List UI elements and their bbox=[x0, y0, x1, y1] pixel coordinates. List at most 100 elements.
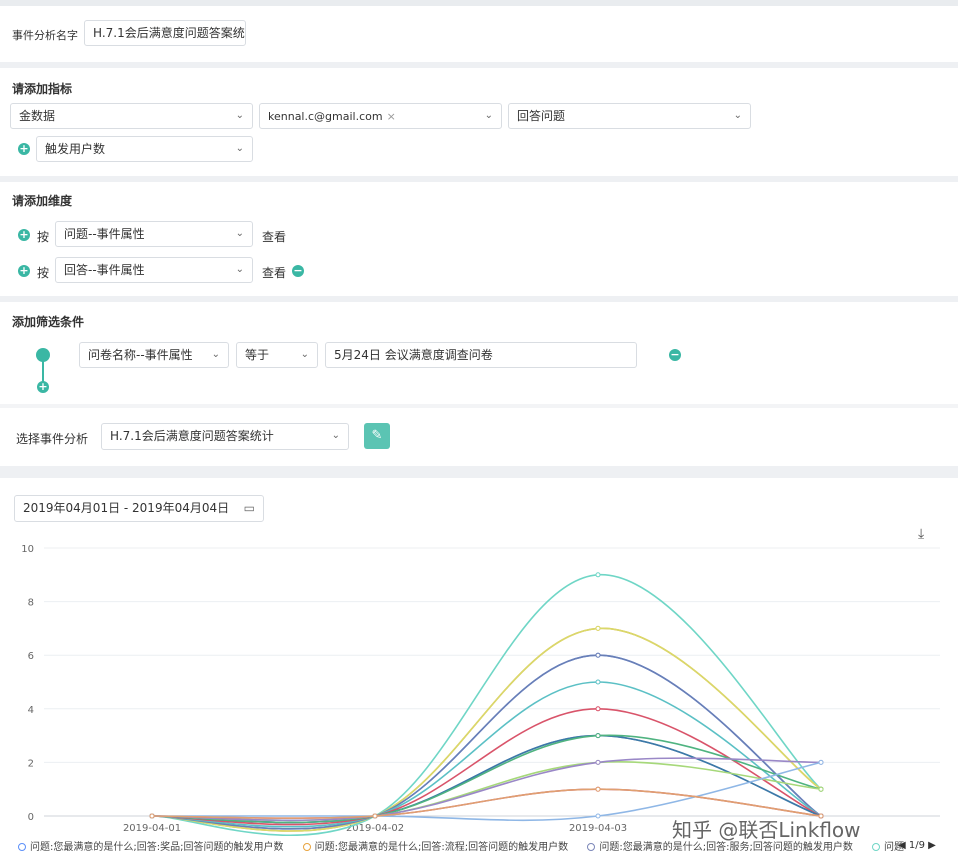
chevron-down-icon: ⌄ bbox=[733, 110, 742, 121]
account-tag-label: kennal.c@gmail.com bbox=[268, 110, 383, 123]
series-line[interactable] bbox=[151, 707, 822, 826]
account-tag: kennal.c@gmail.com × bbox=[268, 105, 396, 128]
dimensions-title: 请添加维度 bbox=[12, 194, 73, 208]
y-tick-label: 2 bbox=[28, 758, 34, 769]
section-divider bbox=[0, 62, 958, 68]
data-point[interactable] bbox=[595, 652, 601, 658]
data-source-select[interactable]: 金数据 ⌄ bbox=[10, 103, 253, 129]
filter-operator-select[interactable]: 等于 ⌄ bbox=[236, 342, 318, 368]
chevron-down-icon: ⌄ bbox=[300, 349, 309, 360]
chevron-left-icon[interactable]: ◀ bbox=[898, 840, 906, 851]
legend-page-indicator: 1/9 bbox=[908, 840, 925, 851]
by-label: 按 bbox=[37, 230, 50, 244]
add-dimension-icon[interactable]: + bbox=[18, 265, 30, 277]
data-point[interactable] bbox=[372, 813, 378, 819]
legend-label: 问题:您最满意的是什么;回答:流程;回答问题的触发用户数 bbox=[314, 842, 569, 853]
dimension-select-1[interactable]: 问题--事件属性 ⌄ bbox=[55, 221, 253, 247]
legend-item-3[interactable]: 问题:您最满意的是什么;回答:服务;回答问题的触发用户数 bbox=[587, 842, 853, 853]
section-divider bbox=[0, 176, 958, 182]
add-metric-icon[interactable]: + bbox=[18, 143, 30, 155]
event-value: 回答问题 bbox=[517, 109, 566, 123]
select-event-label: 选择事件分析 bbox=[16, 432, 89, 446]
line-chart: 0 2 4 6 8 10 2019-04-01 2019-04-02 2019-04-03 bbox=[21, 544, 940, 836]
view-link[interactable]: 查看 bbox=[262, 228, 286, 245]
y-tick-label: 10 bbox=[21, 544, 34, 555]
y-tick-label: 8 bbox=[28, 598, 34, 609]
measure-select[interactable]: 触发用户数 ⌄ bbox=[36, 136, 253, 162]
data-source-value: 金数据 bbox=[19, 109, 56, 123]
data-point[interactable] bbox=[595, 706, 601, 712]
x-tick-label: 2019-04-01 bbox=[123, 823, 181, 834]
y-tick-label: 6 bbox=[28, 651, 34, 662]
legend-item-1[interactable]: 问题:您最满意的是什么;回答:奖品;回答问题的触发用户数 bbox=[18, 842, 283, 853]
legend-marker bbox=[872, 843, 881, 851]
chevron-down-icon: ⌄ bbox=[484, 110, 493, 121]
data-point[interactable] bbox=[595, 813, 601, 819]
series-line[interactable] bbox=[151, 757, 822, 822]
data-point[interactable] bbox=[818, 759, 824, 765]
data-point[interactable] bbox=[818, 786, 824, 792]
event-select[interactable]: 回答问题 ⌄ bbox=[508, 103, 751, 129]
filter-field-select[interactable]: 问卷名称--事件属性 ⌄ bbox=[79, 342, 229, 368]
series-line[interactable] bbox=[151, 573, 822, 836]
add-dimension-icon[interactable]: + bbox=[18, 229, 30, 241]
x-axis-ticks: 2019-04-01 2019-04-02 2019-04-03 bbox=[123, 823, 627, 834]
section-divider bbox=[0, 296, 958, 302]
view-link[interactable]: 查看 bbox=[262, 264, 286, 281]
filters-title: 添加筛选条件 bbox=[12, 315, 85, 329]
data-point[interactable] bbox=[595, 759, 601, 765]
data-point[interactable] bbox=[595, 733, 601, 739]
event-name-value: H.7.1会后满意度问题答案统计 bbox=[93, 26, 246, 40]
remove-filter-icon[interactable]: − bbox=[669, 349, 681, 361]
chevron-down-icon: ⌄ bbox=[235, 264, 244, 275]
watermark: 知乎 @联否Linkflow bbox=[672, 818, 861, 842]
chart-series bbox=[149, 572, 824, 836]
chevron-down-icon: ⌄ bbox=[235, 228, 244, 239]
dimension-value: 问题--事件属性 bbox=[64, 227, 145, 241]
y-axis-ticks: 0 2 4 6 8 10 bbox=[21, 544, 34, 823]
filter-operator-value: 等于 bbox=[245, 348, 270, 362]
data-point[interactable] bbox=[149, 813, 155, 819]
chevron-down-icon: ⌄ bbox=[235, 110, 244, 121]
filter-field-value: 问卷名称--事件属性 bbox=[88, 348, 193, 362]
event-name-input[interactable]: H.7.1会后满意度问题答案统计 bbox=[84, 20, 246, 46]
section-divider bbox=[0, 404, 958, 408]
data-point[interactable] bbox=[595, 786, 601, 792]
section-divider bbox=[0, 466, 958, 478]
account-multiselect[interactable]: kennal.c@gmail.com × ⌄ bbox=[259, 103, 502, 129]
filter-value-input[interactable]: 5月24日 会议满意度调查问卷 bbox=[325, 342, 637, 368]
top-bar bbox=[0, 0, 958, 6]
y-tick-label: 0 bbox=[28, 812, 34, 823]
legend-marker bbox=[302, 843, 311, 851]
data-point[interactable] bbox=[595, 679, 601, 685]
series-line[interactable] bbox=[151, 734, 822, 824]
close-icon[interactable]: × bbox=[387, 110, 396, 123]
chevron-right-icon[interactable]: ▶ bbox=[928, 840, 936, 851]
legend-item-2[interactable]: 问题:您最满意的是什么;回答:流程;回答问题的触发用户数 bbox=[302, 842, 569, 853]
chevron-down-icon: ⌄ bbox=[235, 143, 244, 154]
edit-button[interactable]: ✎ bbox=[364, 423, 390, 449]
remove-dimension-icon[interactable]: − bbox=[292, 265, 304, 277]
legend-pager[interactable]: ◀ 1/9 ▶ bbox=[898, 840, 936, 851]
select-event-dropdown[interactable]: H.7.1会后满意度问题答案统计 ⌄ bbox=[101, 423, 349, 450]
data-point[interactable] bbox=[595, 572, 601, 578]
date-range-value: 2019年04月01日 - 2019年04月04日 bbox=[23, 501, 230, 515]
measure-value: 触发用户数 bbox=[45, 142, 106, 156]
series-line[interactable] bbox=[151, 734, 822, 824]
event-name-label: 事件分析名字 bbox=[12, 29, 78, 42]
series-line[interactable] bbox=[151, 734, 822, 824]
legend-label: 问题:您最满意的是什么;回答:奖品;回答问题的触发用户数 bbox=[30, 842, 284, 853]
by-label: 按 bbox=[37, 266, 50, 280]
filter-value-text: 5月24日 会议满意度调查问卷 bbox=[334, 348, 493, 362]
add-filter-icon[interactable]: + bbox=[37, 381, 49, 393]
legend-label: 问题:您最满意的是什么;回答:服务;回答问题的触发用户数 bbox=[599, 842, 853, 853]
y-tick-label: 4 bbox=[28, 705, 34, 716]
date-range-picker[interactable]: 2019年04月01日 - 2019年04月04日 ▭ bbox=[14, 495, 264, 522]
data-point[interactable] bbox=[595, 625, 601, 631]
legend-marker bbox=[18, 843, 26, 851]
dimension-value: 回答--事件属性 bbox=[64, 263, 145, 277]
metrics-title: 请添加指标 bbox=[12, 82, 73, 96]
select-event-value: H.7.1会后满意度问题答案统计 bbox=[110, 429, 274, 443]
dimension-select-2[interactable]: 回答--事件属性 ⌄ bbox=[55, 257, 253, 283]
chevron-down-icon: ⌄ bbox=[331, 430, 340, 441]
